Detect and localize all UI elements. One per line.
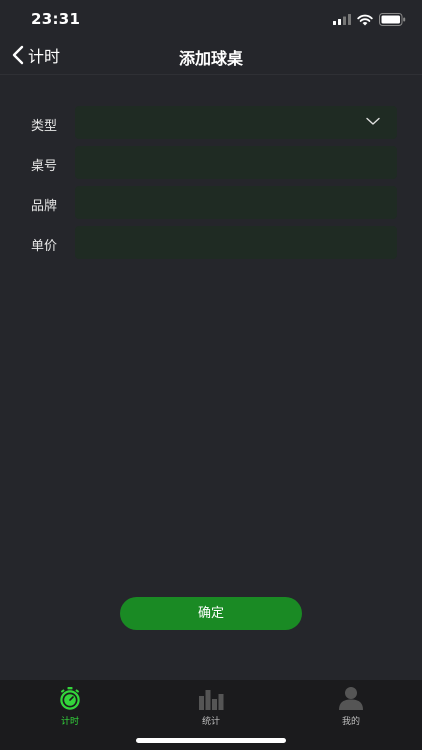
status-time: 23:31 — [31, 10, 81, 28]
chevron-down-icon — [366, 117, 380, 125]
status-bar: 23:31 — [0, 0, 422, 40]
tab-statistics[interactable]: 统计 — [171, 686, 251, 727]
tab-profile[interactable]: 我的 — [311, 686, 391, 727]
brand-label: 品牌 — [31, 199, 58, 214]
table-number-field[interactable] — [75, 146, 397, 179]
unit-price-label: 单价 — [31, 239, 58, 254]
form-row-table-number: 桌号 — [0, 146, 422, 186]
brand-field-wrap — [75, 186, 397, 219]
brand-field[interactable] — [75, 186, 397, 219]
form-row-unit-price: 单价 — [0, 226, 422, 266]
status-icons — [333, 13, 406, 26]
add-table-form: 类型 桌号 品牌 单价 — [0, 106, 422, 266]
bar-chart-icon — [199, 690, 224, 710]
home-indicator — [136, 738, 286, 743]
cellular-signal-icon — [333, 14, 351, 25]
tab-profile-label: 我的 — [341, 717, 360, 727]
tab-timer-label: 计时 — [60, 717, 79, 727]
nav-bar: 计时 添加球桌 — [0, 38, 422, 75]
confirm-button[interactable]: 确定 — [120, 597, 302, 630]
form-row-brand: 品牌 — [0, 186, 422, 226]
form-row-type: 类型 — [0, 106, 422, 146]
page-title: 添加球桌 — [178, 49, 243, 68]
tab-bar: 计时 统计 我的 — [0, 680, 422, 750]
unit-price-field-wrap — [75, 226, 397, 259]
wifi-icon — [357, 14, 373, 25]
type-label: 类型 — [31, 119, 58, 134]
tab-statistics-label: 统计 — [201, 717, 220, 727]
stopwatch-icon — [60, 687, 80, 710]
battery-icon — [379, 13, 406, 26]
table-number-field-wrap — [75, 146, 397, 179]
type-select[interactable] — [75, 106, 397, 139]
unit-price-field[interactable] — [75, 226, 397, 259]
user-icon — [339, 687, 363, 710]
table-number-label: 桌号 — [31, 159, 58, 174]
tab-timer[interactable]: 计时 — [30, 686, 110, 727]
